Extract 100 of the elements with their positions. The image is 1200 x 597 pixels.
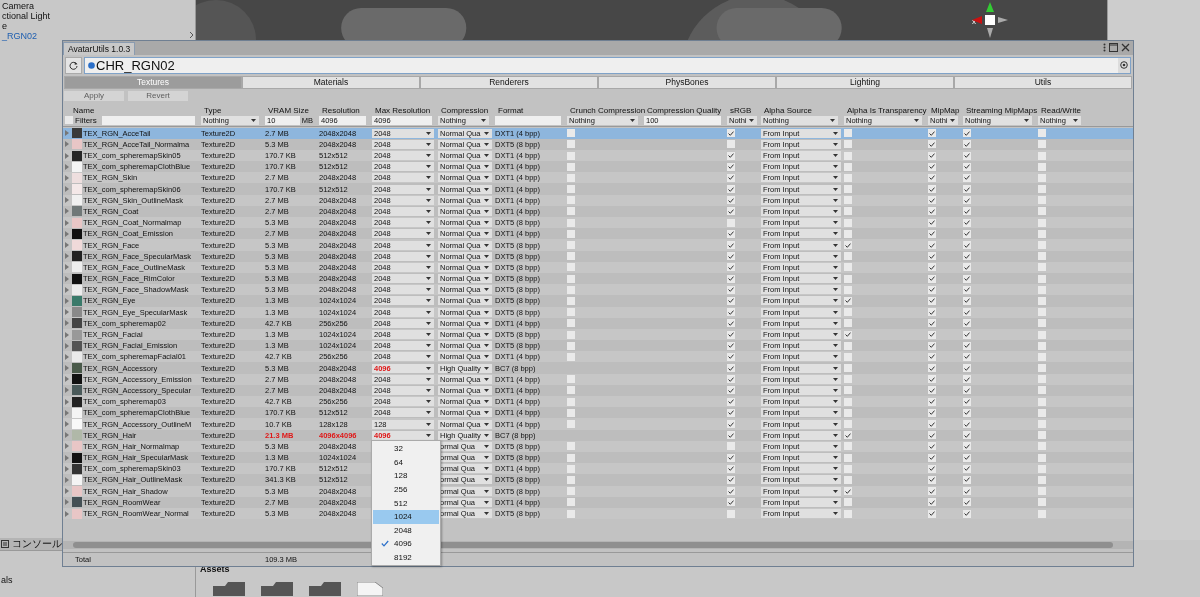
column-header[interactable]: Alpha Source	[764, 105, 813, 115]
checkbox[interactable]	[963, 274, 971, 283]
checkbox[interactable]	[844, 308, 852, 317]
checkbox[interactable]	[1038, 397, 1046, 406]
checkbox[interactable]	[963, 252, 971, 261]
checkbox[interactable]	[727, 453, 735, 462]
hierarchy-item[interactable]: e	[2, 21, 195, 31]
checkbox[interactable]	[844, 364, 852, 373]
checkbox[interactable]	[567, 341, 575, 350]
checkbox[interactable]	[1038, 420, 1046, 428]
checkbox[interactable]	[567, 397, 575, 406]
checkbox[interactable]	[963, 397, 971, 406]
checkbox[interactable]	[844, 229, 852, 238]
checkbox[interactable]	[844, 509, 852, 518]
checkbox[interactable]	[963, 140, 971, 149]
checkbox[interactable]	[1038, 408, 1046, 417]
checkbox[interactable]	[727, 408, 735, 417]
checkbox[interactable]	[567, 475, 575, 484]
checkbox[interactable]	[1038, 252, 1046, 261]
checkbox[interactable]	[844, 386, 852, 395]
column-header[interactable]: Alpha Is Transparency	[847, 105, 927, 115]
checkbox[interactable]	[727, 464, 735, 473]
checkbox[interactable]	[844, 185, 852, 194]
checkbox[interactable]	[1038, 285, 1046, 294]
checkbox[interactable]	[963, 296, 971, 305]
checkbox[interactable]	[727, 241, 735, 249]
checkbox[interactable]	[844, 375, 852, 384]
checkbox[interactable]	[727, 218, 735, 227]
checkbox[interactable]	[1038, 352, 1046, 361]
checkbox[interactable]	[963, 431, 971, 440]
checkbox[interactable]	[963, 487, 971, 496]
filter-field[interactable]	[101, 115, 195, 125]
checkbox[interactable]	[567, 196, 575, 205]
checkbox[interactable]	[1038, 509, 1046, 518]
checkbox[interactable]	[928, 274, 936, 283]
menu-item[interactable]: 4096	[373, 537, 439, 551]
project-item[interactable]: als	[1, 575, 195, 585]
checkbox[interactable]	[963, 408, 971, 417]
checkbox[interactable]	[567, 207, 575, 216]
checkbox[interactable]	[928, 140, 936, 149]
checkbox[interactable]	[567, 375, 575, 384]
checkbox[interactable]	[928, 487, 936, 496]
checkbox[interactable]	[567, 140, 575, 149]
checkbox[interactable]	[567, 453, 575, 462]
checkbox[interactable]	[567, 241, 575, 249]
checkbox[interactable]	[727, 285, 735, 294]
checkbox[interactable]	[1038, 453, 1046, 462]
column-header[interactable]: Name	[73, 105, 95, 115]
checkbox[interactable]	[928, 498, 936, 507]
checkbox[interactable]	[844, 475, 852, 484]
tab[interactable]: Renderers	[420, 75, 598, 89]
checkbox[interactable]	[928, 296, 936, 305]
object-field[interactable]: CHR_RGN02	[84, 56, 1131, 74]
checkbox[interactable]	[567, 252, 575, 261]
filter-checkbox[interactable]	[65, 116, 73, 125]
checkbox[interactable]	[1038, 498, 1046, 507]
checkbox[interactable]	[928, 151, 936, 160]
checkbox[interactable]	[1038, 386, 1046, 395]
checkbox[interactable]	[963, 352, 971, 361]
checkbox[interactable]	[567, 408, 575, 417]
checkbox[interactable]	[727, 330, 735, 339]
column-header[interactable]: Crunch Compression	[570, 105, 646, 115]
checkbox[interactable]	[844, 285, 852, 294]
checkbox[interactable]	[727, 173, 735, 182]
checkbox[interactable]	[727, 386, 735, 395]
checkbox[interactable]	[928, 475, 936, 484]
checkbox[interactable]	[567, 464, 575, 473]
checkbox[interactable]	[963, 285, 971, 294]
checkbox[interactable]	[928, 319, 936, 328]
checkbox[interactable]	[928, 285, 936, 294]
checkbox[interactable]	[963, 207, 971, 216]
checkbox[interactable]	[727, 352, 735, 361]
checkbox[interactable]	[963, 498, 971, 507]
checkbox[interactable]	[928, 263, 936, 272]
checkbox[interactable]	[727, 498, 735, 507]
checkbox[interactable]	[844, 319, 852, 328]
checkbox[interactable]	[567, 218, 575, 227]
checkbox[interactable]	[928, 173, 936, 182]
checkbox[interactable]	[567, 442, 575, 451]
checkbox[interactable]	[963, 129, 971, 138]
tab[interactable]: Materials	[242, 75, 420, 89]
checkbox[interactable]	[963, 151, 971, 160]
checkbox[interactable]	[1038, 263, 1046, 272]
checkbox[interactable]	[727, 431, 735, 440]
checkbox[interactable]	[844, 341, 852, 350]
checkbox[interactable]	[928, 341, 936, 350]
checkbox[interactable]	[727, 129, 735, 138]
checkbox[interactable]	[963, 241, 971, 249]
column-header[interactable]: Streaming MipMaps	[966, 105, 1038, 115]
checkbox[interactable]	[727, 151, 735, 160]
tab[interactable]: Utils	[954, 75, 1132, 89]
checkbox[interactable]	[844, 442, 852, 451]
checkbox[interactable]	[1038, 196, 1046, 205]
checkbox[interactable]	[963, 442, 971, 451]
checkbox[interactable]	[727, 442, 735, 451]
checkbox[interactable]	[1038, 241, 1046, 249]
checkbox[interactable]	[844, 207, 852, 216]
checkbox[interactable]	[844, 397, 852, 406]
checkbox[interactable]	[567, 285, 575, 294]
column-header[interactable]: sRGB	[730, 105, 752, 115]
